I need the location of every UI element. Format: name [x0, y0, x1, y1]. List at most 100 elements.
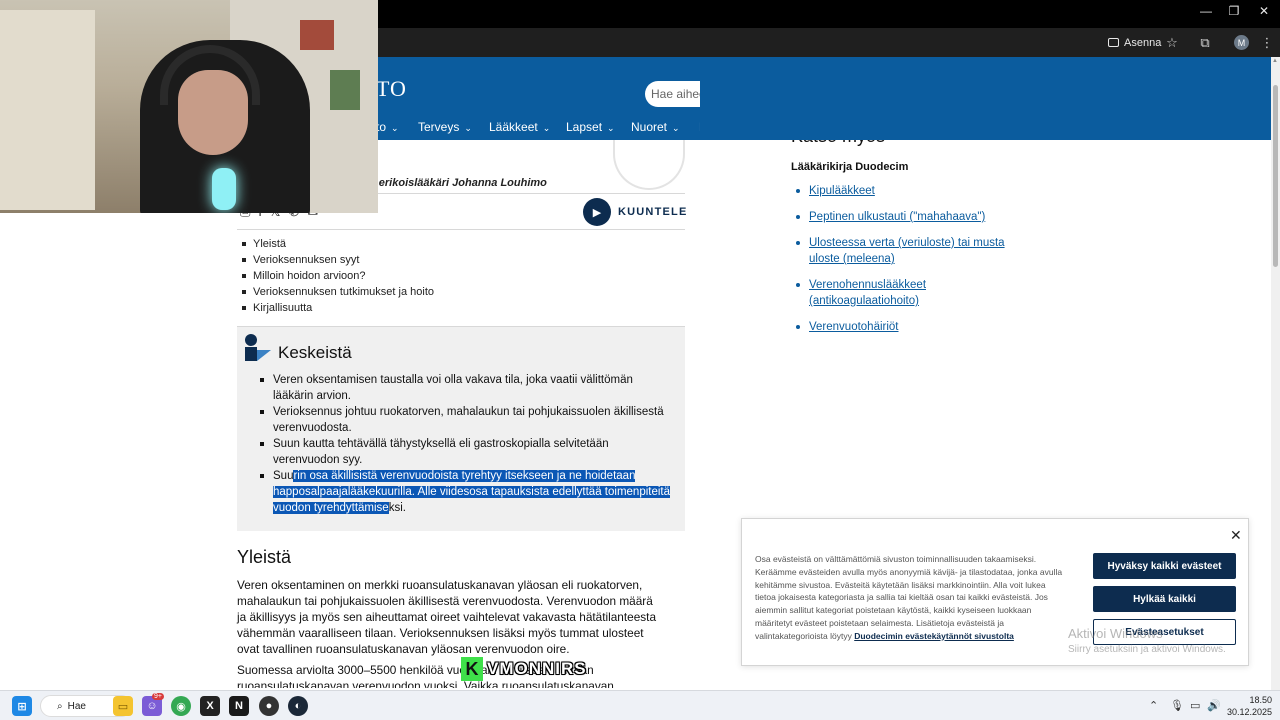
chevron-down-icon: ⌄	[391, 123, 399, 133]
sidebar-link[interactable]: Ulosteessa verta (veriuloste) tai musta …	[796, 235, 1024, 267]
toc-item[interactable]: Milloin hoidon arvioon?	[242, 268, 434, 284]
chrome-icon[interactable]: ◉	[171, 696, 191, 716]
clock-time: 18.50	[1249, 695, 1272, 705]
cookie-text: Osa evästeistä on välttämättömiä sivusto…	[755, 553, 1065, 643]
author-caption: n erikoislääkäri Johanna Louhimo	[369, 177, 547, 189]
scroll-up-icon[interactable]: ▲	[1272, 58, 1278, 64]
sidebar-link[interactable]: Kipulääkkeet	[796, 183, 1024, 199]
extensions-icon[interactable]: ⧉	[1196, 34, 1214, 52]
nav-item-kuvat-ja-videot[interactable]: Kuvat ja videot ⌄	[699, 120, 790, 134]
browser-menu-icon[interactable]: ⋮	[1258, 34, 1276, 52]
bookmark-star-icon[interactable]: ☆	[1163, 34, 1181, 52]
nav-label: Kuvat ja videot	[699, 120, 778, 134]
nav-item-terveys[interactable]: Terveys ⌄	[418, 120, 472, 134]
install-label: Asenna	[1124, 36, 1162, 49]
text-before-selection: Suu	[273, 470, 294, 482]
site-search-input[interactable]	[651, 85, 951, 103]
sidebar-link[interactable]: Verenohennuslääkkeet (antikoagulaatiohoi…	[796, 277, 1024, 309]
nav-item-0[interactable]: to ⌄	[376, 120, 399, 134]
close-icon[interactable]: ✕	[1230, 527, 1242, 544]
chevron-up-icon[interactable]: ⌃	[1149, 699, 1158, 712]
toc-item[interactable]: Verioksennuksen syyt	[242, 252, 434, 268]
nav-item-nuoret[interactable]: Nuoret ⌄	[631, 120, 680, 134]
app-icon[interactable]: N	[229, 696, 249, 716]
key-points-list: Veren oksentamisen taustalla voi olla va…	[260, 372, 673, 516]
scroll-thumb[interactable]	[1273, 85, 1278, 267]
clear-search-icon[interactable]: ✕	[983, 85, 999, 103]
key-point: Veren oksentamisen taustalla voi olla va…	[260, 372, 673, 404]
key-points-title: Keskeistä	[278, 343, 352, 362]
obs-icon[interactable]: ●	[259, 696, 279, 716]
nav-label: Lapset	[566, 120, 603, 134]
network-icon[interactable]: ▭	[1190, 699, 1200, 712]
taskbar-search-label: Hae	[67, 700, 86, 712]
install-icon	[1108, 38, 1119, 47]
chevron-down-icon: ⌄	[607, 123, 615, 133]
system-clock[interactable]: 18.50 30.12.2025	[1222, 694, 1272, 718]
volume-icon[interactable]: 🔊	[1207, 699, 1221, 712]
site-logo[interactable]: TO	[376, 76, 407, 102]
table-of-contents: Yleistä Verioksennuksen syyt Milloin hoi…	[242, 236, 434, 316]
text-after-selection: ksi.	[388, 502, 406, 514]
chevron-down-icon: ⌄	[782, 123, 791, 133]
toc-item[interactable]: Kirjallisuutta	[242, 300, 434, 316]
overlay-logo-text: VMONNIRS	[487, 659, 587, 678]
chevron-down-icon: ⌄	[672, 123, 680, 133]
key-points-icon	[244, 334, 272, 362]
chevron-down-icon: ⌄	[542, 123, 551, 133]
watermark-title: Aktivoi Windows	[1068, 626, 1163, 641]
steam-icon[interactable]: ◐	[288, 696, 308, 716]
nav-label: Terveys	[418, 120, 460, 134]
site-search-bar: 🎙 ✕ ⌕	[645, 81, 1028, 107]
cookie-policy-link[interactable]: Duodecimin evästekäytännöt sivustolta	[854, 631, 1014, 641]
search-icon[interactable]: ⌕	[1003, 85, 1019, 103]
key-point: Verioksennus johtuu ruokatorven, mahalau…	[260, 404, 673, 436]
reject-all-cookies-button[interactable]: Hylkää kaikki	[1093, 586, 1236, 612]
file-explorer-icon[interactable]: ▭	[113, 696, 133, 716]
seal-logo	[613, 140, 685, 190]
webcam-background	[0, 10, 95, 210]
selected-text: rin osa äkillisistä verenvuodoista tyreh…	[273, 470, 671, 514]
sidebar-links: Kipulääkkeet Peptinen ulkustauti ("mahah…	[796, 183, 1024, 345]
page-scrollbar[interactable]: ▲	[1271, 57, 1280, 690]
search-icon: ⌕	[57, 700, 63, 712]
nav-item-lapset[interactable]: Lapset ⌄	[566, 120, 615, 134]
sidebar-link[interactable]: Peptinen ulkustauti ("mahahaava")	[796, 209, 1024, 225]
paragraph: Veren oksentaminen on merkki ruoansulatu…	[237, 578, 657, 656]
webcam-poster	[330, 70, 360, 110]
microphone-icon[interactable]: 🎙	[960, 85, 978, 103]
divider	[237, 229, 685, 230]
notification-badge: 9+	[152, 693, 164, 700]
webcam-lamp	[212, 168, 236, 210]
sidebar-link[interactable]: Verenvuotohäiriöt	[796, 319, 1024, 335]
watermark-subtitle: Siirry asetuksiin ja aktivoi Windows.	[1068, 644, 1226, 655]
overlay-logo-mark: K	[461, 657, 483, 681]
restore-icon[interactable]: ❐	[1224, 4, 1244, 18]
accept-all-cookies-button[interactable]: Hyväksy kaikki evästeet	[1093, 553, 1236, 579]
clock-date: 30.12.2025	[1226, 707, 1272, 717]
section-title: Yleistä	[237, 547, 292, 567]
install-app-button[interactable]: Asenna	[1102, 32, 1169, 53]
stream-overlay-logo: K VMONNIRS	[461, 657, 587, 681]
sidebar-subheading: Lääkärikirja Duodecim	[791, 161, 909, 173]
minimize-icon[interactable]: —	[1196, 4, 1216, 18]
toc-item[interactable]: Verioksennuksen tutkimukset ja hoito	[242, 284, 434, 300]
toc-item[interactable]: Yleistä	[242, 236, 434, 252]
taskbar: ⊞ ⌕ Hae ▭ ☺ 9+ ◉ X N ● ◐ ⌃ 🎙 ▭ 🔊 18.50 3…	[0, 690, 1280, 720]
nav-label: Lääkkeet	[489, 120, 538, 134]
activate-windows-watermark: Aktivoi Windows Siirry asetuksiin ja akt…	[1068, 626, 1226, 655]
webcam-poster	[300, 20, 334, 50]
nav-label: Nuoret	[631, 120, 668, 134]
listen-button[interactable]: ▶ KUUNTELE	[583, 198, 688, 226]
nav-item-laakkeet[interactable]: Lääkkeet ⌄	[489, 120, 550, 134]
profile-avatar[interactable]: M	[1234, 35, 1249, 50]
key-points-box: Keskeistä Veren oksentamisen taustalla v…	[237, 326, 685, 531]
cookie-body: Osa evästeistä on välttämättömiä sivusto…	[755, 554, 1063, 641]
microphone-icon[interactable]: 🎙	[1170, 699, 1184, 712]
windows-start-icon[interactable]: ⊞	[12, 696, 32, 716]
app-icon[interactable]: X	[200, 696, 220, 716]
close-window-icon[interactable]: ✕	[1254, 4, 1274, 18]
key-point-selected: Suurin osa äkillisistä verenvuodoista ty…	[260, 468, 673, 516]
listen-label: KUUNTELE	[618, 206, 688, 218]
paragraph: Suomessa arviolta 3000–5500 henkilöä vuo…	[237, 663, 614, 688]
